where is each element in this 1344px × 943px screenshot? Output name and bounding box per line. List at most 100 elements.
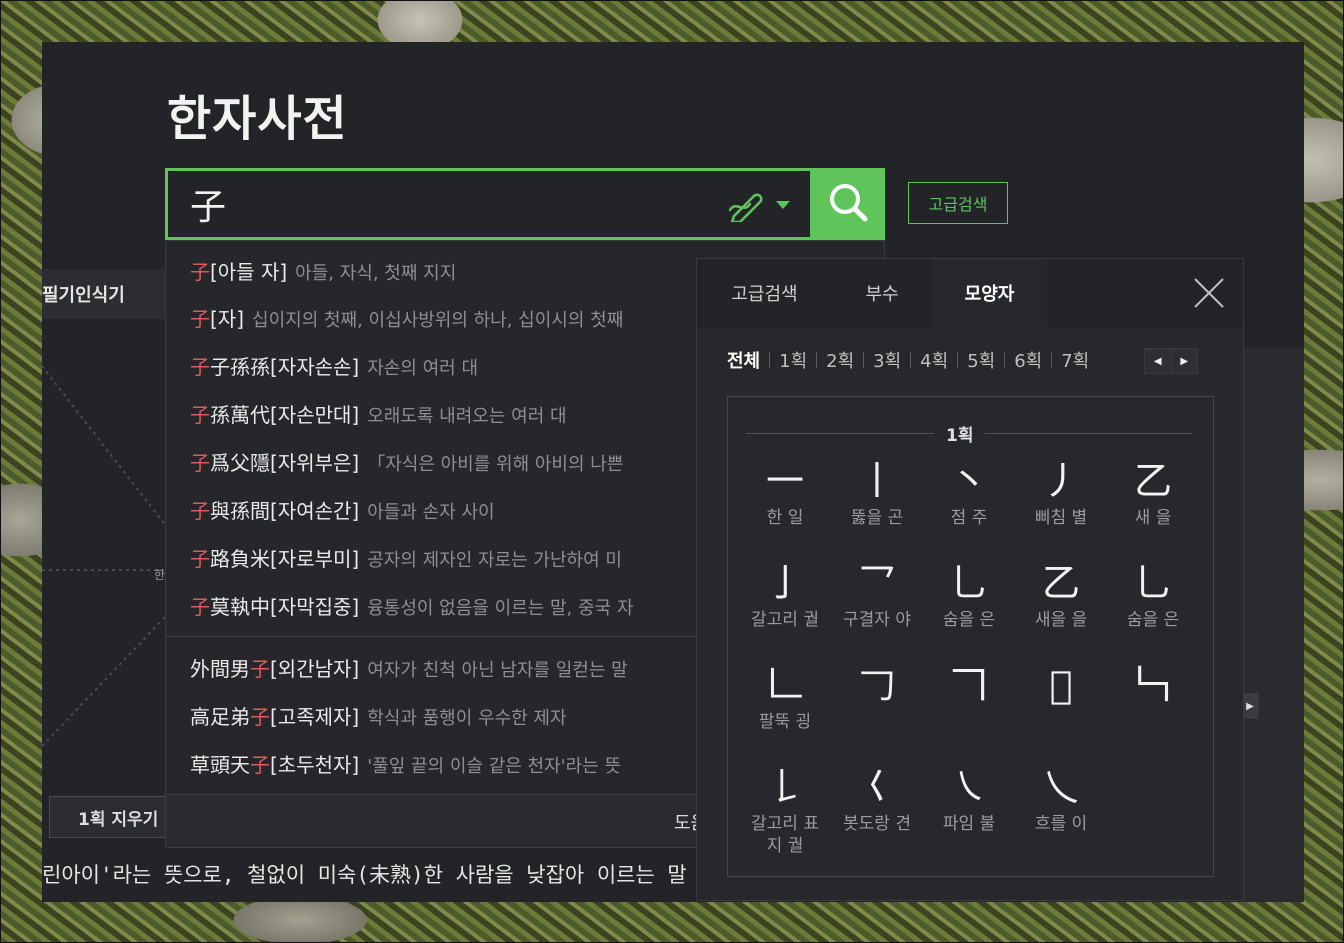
suggestion-item[interactable]: 子 [아들 자] 아들, 자식, 첫째 지지 [190,256,456,286]
suggestion-word-match: 子 [190,547,210,571]
suggestion-item[interactable]: 外間男子 [외간남자] 여자가 친척 아닌 남자를 일컫는 말 [190,653,628,683]
suggestion-item[interactable]: 子路負米 [자로부미] 공자의 제자인 자로는 가난하여 미 [190,543,622,573]
tab-radical[interactable]: 부수 [832,259,932,327]
glyph-name: 갈고리 표 지 궐 [751,814,819,856]
suggestion-word: 子與孫間 [190,495,270,524]
stroke-filter-option[interactable]: 1획 [779,347,807,373]
glyph-character: 𠃊 [765,663,804,707]
glyph-name: 한 일 [766,508,804,528]
handwriting-canvas[interactable]: 한 [42,326,166,776]
shape-glyph[interactable]: 𠃎 [1015,659,1107,754]
shape-glyph[interactable]: 乙 새 을 [1107,455,1199,550]
tab-handwriting-label: 필기인식기 [42,285,125,306]
stroke-filter-option[interactable]: 7획 [1061,347,1089,373]
shape-glyph[interactable]: ㇏ 파임 불 [923,761,1015,856]
tab-advanced[interactable]: 고급검색 [697,259,832,327]
dropdown-arrow-icon [776,201,790,209]
shape-glyph[interactable]: 丨 뚫을 곤 [831,455,923,550]
suggestion-word-suffix: 莫執中 [210,595,270,619]
advanced-search-button[interactable]: 고급검색 [908,182,1008,224]
suggestion-item[interactable]: 高足弟子 [고족제자] 학식과 품행이 우수한 제자 [190,701,567,731]
suggestion-word-suffix: 子孫孫 [210,355,270,379]
shape-glyph[interactable]: 𠄌 갈고리 표 지 궐 [739,761,831,856]
shape-glyph[interactable]: 𠃊 팔뚝 굉 [739,659,831,754]
suggestion-word-prefix: 外間男 [190,657,250,681]
stroke-filter-option[interactable]: 5획 [967,347,995,373]
shape-glyph[interactable]: 𡿨 봇도랑 견 [831,761,923,856]
filter-separator [1004,352,1006,368]
suggestion-definition: 자손의 여러 대 [367,358,479,379]
glyph-name: 갈고리 궐 [751,610,819,630]
glyph-character: 乛 [857,561,896,605]
glyph-name: 흐를 이 [1034,814,1088,834]
suggestion-item[interactable]: 草頭天子 [초두천자] '풀잎 끝의 이슬 같은 천자'라는 뜻 [190,749,621,779]
background-right-panel [1244,347,1304,902]
suggestion-word-suffix: 與孫間 [210,499,270,523]
tab-shape[interactable]: 모양자 [932,259,1047,327]
suggestion-item[interactable]: 子 [자] 십이지의 첫째, 이십사방위의 하나, 십이시의 첫째 [190,303,623,333]
suggestion-item[interactable]: 子子孫孫 [자자손손] 자손의 여러 대 [190,351,478,381]
shape-glyph[interactable]: 一 한 일 [739,455,831,550]
suggestion-definition: '풀잎 끝의 이슬 같은 천자'라는 뜻 [367,756,622,777]
suggestion-reading: [자위부은] [270,451,360,475]
suggestion-reading: [자] [210,307,245,331]
pen-icon [728,188,766,222]
search-icon [827,181,869,227]
shape-glyph[interactable]: 乛 구결자 야 [831,557,923,652]
suggestion-word: 子孫萬代 [190,399,270,428]
prev-page-button[interactable]: ◀ [1145,349,1171,373]
group-label: 1획 [934,421,986,446]
suggestion-reading: [외간남자] [270,657,360,681]
suggestion-definition: 오래도록 내려오는 여러 대 [367,406,567,427]
glyph-character: 𡿨 [857,765,896,809]
suggestion-definition: 여자가 친척 아닌 남자를 일컫는 말 [367,660,628,681]
suggestion-word: 高足弟子 [190,701,270,730]
advanced-search-panel: 고급검색 부수 모양자 전체 1획 2획 3획 4획 5획 6획 7획 ◀ ▶ 1획 一 한 일… [696,258,1244,901]
stroke-filter-option[interactable]: 6획 [1014,347,1042,373]
search-input[interactable] [190,179,710,229]
suggestion-word: 草頭天子 [190,749,270,778]
next-page-button[interactable]: ▶ [1170,349,1197,373]
suggestion-word-suffix: 爲父隱 [210,451,270,475]
suggestion-reading: [자자손손] [270,355,360,379]
shape-glyph[interactable]: 𠃑 [1107,659,1199,754]
stroke-filter-option[interactable]: 4획 [920,347,948,373]
canvas-guides [42,365,166,747]
suggestion-definition: 십이지의 첫째, 이십사방위의 하나, 십이시의 첫째 [252,310,624,331]
suggestion-reading: [고족제자] [270,705,360,729]
filter-separator [816,352,818,368]
suggestion-item[interactable]: 子孫萬代 [자손만대] 오래도록 내려오는 여러 대 [190,399,567,429]
suggestion-item[interactable]: 子爲父隱 [자위부은] 「자식은 아비를 위해 아비의 나쁜 [190,447,623,477]
clear-stroke-button[interactable]: 1획 지우기 [49,796,179,838]
shape-glyph[interactable]: 亅 갈고리 궐 [739,557,831,652]
suggestion-word: 子子孫孫 [190,351,270,380]
suggestion-word-prefix: 草頭天 [190,753,250,777]
search-button[interactable] [810,168,885,240]
shape-glyph[interactable]: 𠃍 [923,659,1015,754]
glyph-name: 봇도랑 견 [843,814,911,834]
close-icon[interactable] [1193,277,1225,309]
glyph-name: 파임 불 [942,814,996,834]
shape-glyph[interactable]: 丶 점 주 [923,455,1015,550]
suggestion-definition: 학식과 품행이 우수한 제자 [367,708,567,729]
suggestion-item[interactable]: 子莫執中 [자막집중] 융통성이 없음을 이르는 말, 중국 자 [190,591,633,621]
tab-handwriting[interactable]: 필기인식기 [42,269,166,319]
suggestion-item[interactable]: 子與孫間 [자여손간] 아들과 손자 사이 [190,495,495,525]
shape-glyph[interactable]: 乚 숨을 은 [1107,557,1199,652]
glyph-character: 乀 [1041,765,1080,809]
suggestion-word: 子爲父隱 [190,447,270,476]
stroke-filter-option[interactable]: 3획 [873,347,901,373]
suggestion-word: 子莫執中 [190,591,270,620]
stroke-filter-option[interactable]: 2획 [826,347,854,373]
handwriting-tool-button[interactable] [728,187,798,223]
stroke-filter-option[interactable]: 전체 [727,347,760,373]
shape-glyph[interactable]: 乀 흐를 이 [1015,761,1107,856]
suggestion-definition: 아들, 자식, 첫째 지지 [295,263,457,284]
filter-separator [1051,352,1053,368]
shape-glyph[interactable]: 乚 숨을 은 [923,557,1015,652]
chevron-left-icon: ◀ [1153,355,1162,367]
glyph-character: 𠄌 [765,765,804,809]
shape-glyph[interactable]: 𠃌 [831,659,923,754]
shape-glyph[interactable]: 丿 삐침 별 [1015,455,1107,550]
shape-glyph[interactable]: 乙 새을 을 [1015,557,1107,652]
